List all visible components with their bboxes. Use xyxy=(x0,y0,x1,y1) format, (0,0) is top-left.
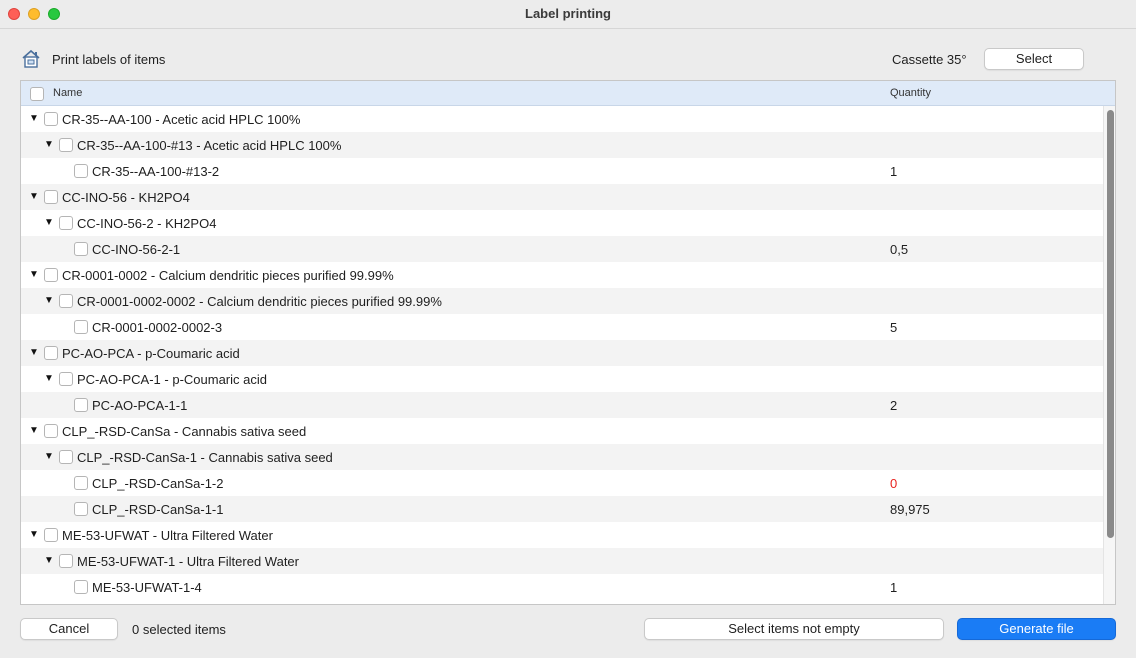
table-row[interactable]: ▼ ME-53-UFWAT-1 - Ultra Filtered Water xyxy=(21,548,1103,574)
table-row[interactable]: ▼ CLP_-RSD-CanSa - Cannabis sativa seed xyxy=(21,418,1103,444)
expand-triangle-icon[interactable]: ▼ xyxy=(29,347,39,358)
table-row[interactable]: CR-0001-0002-0002-3 5 xyxy=(21,314,1103,340)
row-name: CR-0001-0002-0002-3 xyxy=(92,320,223,335)
table-row[interactable]: ▼ PC-AO-PCA-1 - p-Coumaric acid xyxy=(21,366,1103,392)
generate-file-button[interactable]: Generate file xyxy=(957,618,1116,640)
row-checkbox[interactable] xyxy=(74,580,88,594)
selected-items-count: 0 selected items xyxy=(132,622,226,637)
row-checkbox[interactable] xyxy=(44,112,58,126)
row-checkbox[interactable] xyxy=(44,424,58,438)
table-row[interactable]: ▼ ME-53-UFWAT - Ultra Filtered Water xyxy=(21,522,1103,548)
row-name: PC-AO-PCA - p-Coumaric acid xyxy=(62,346,240,361)
table-row[interactable]: ▼ CR-35--AA-100-#13 - Acetic acid HPLC 10… xyxy=(21,132,1103,158)
home-label-icon xyxy=(22,49,40,68)
row-name: CR-35--AA-100-#13 - Acetic acid HPLC 100… xyxy=(77,138,342,153)
row-name: PC-AO-PCA-1-1 xyxy=(92,398,188,413)
row-name: ME-53-UFWAT-1 - Ultra Filtered Water xyxy=(77,554,299,569)
table-row[interactable]: ▼ PC-AO-PCA - p-Coumaric acid xyxy=(21,340,1103,366)
row-checkbox[interactable] xyxy=(74,164,88,178)
row-checkbox[interactable] xyxy=(44,268,58,282)
expand-triangle-icon[interactable]: ▼ xyxy=(29,113,39,124)
cancel-button[interactable]: Cancel xyxy=(20,618,118,640)
table-row[interactable]: ▼ CLP_-RSD-CanSa-1 - Cannabis sativa seed xyxy=(21,444,1103,470)
table-row[interactable]: CLP_-RSD-CanSa-1-1 89,975 xyxy=(21,496,1103,522)
select-all-checkbox[interactable] xyxy=(30,87,44,101)
expand-triangle-icon[interactable]: ▼ xyxy=(29,191,39,202)
row-checkbox[interactable] xyxy=(44,346,58,360)
vertical-scrollbar[interactable] xyxy=(1103,106,1115,604)
expand-triangle-icon[interactable]: ▼ xyxy=(29,269,39,280)
page-title: Print labels of items xyxy=(52,52,166,67)
expand-triangle-icon[interactable]: ▼ xyxy=(44,139,54,150)
row-name: CLP_-RSD-CanSa-1 - Cannabis sativa seed xyxy=(77,450,333,465)
column-header-name[interactable]: Name xyxy=(53,87,82,99)
items-tree-table: Name Quantity ▼ CR-35--AA-100 - Acetic ac… xyxy=(20,80,1116,605)
row-name: CC-INO-56-2 - KH2PO4 xyxy=(77,216,217,231)
row-name: CR-35--AA-100-#13-2 xyxy=(92,164,220,179)
table-row[interactable]: PC-AO-PCA-1-1 2 xyxy=(21,392,1103,418)
expand-triangle-icon[interactable]: ▼ xyxy=(29,529,39,540)
column-header-quantity[interactable]: Quantity xyxy=(890,87,931,99)
row-name: CR-0001-0002-0002 - Calcium dendritic pi… xyxy=(77,294,442,309)
row-name: CC-INO-56 - KH2PO4 xyxy=(62,190,190,205)
row-checkbox[interactable] xyxy=(59,138,73,152)
expand-triangle-icon[interactable]: ▼ xyxy=(44,451,54,462)
row-checkbox[interactable] xyxy=(74,242,88,256)
row-quantity: 1 xyxy=(890,580,898,595)
expand-triangle-icon[interactable]: ▼ xyxy=(44,295,54,306)
row-name: CLP_-RSD-CanSa-1-1 xyxy=(92,502,224,517)
row-checkbox[interactable] xyxy=(59,450,73,464)
row-quantity: 0,5 xyxy=(890,242,909,257)
table-header: Name Quantity xyxy=(21,81,1115,106)
row-quantity: 2 xyxy=(890,398,898,413)
row-checkbox[interactable] xyxy=(74,476,88,490)
titlebar: Label printing xyxy=(0,0,1136,29)
table-row[interactable]: ▼ CR-0001-0002 - Calcium dendritic pieces… xyxy=(21,262,1103,288)
expand-triangle-icon[interactable]: ▼ xyxy=(44,373,54,384)
expand-triangle-icon[interactable]: ▼ xyxy=(44,555,54,566)
row-name: CR-0001-0002 - Calcium dendritic pieces … xyxy=(62,268,394,283)
row-name: ME-53-UFWAT - Ultra Filtered Water xyxy=(62,528,273,543)
row-name: CC-INO-56-2-1 xyxy=(92,242,181,257)
row-name: CLP_-RSD-CanSa-1-2 xyxy=(92,476,224,491)
scrollbar-thumb[interactable] xyxy=(1107,110,1114,538)
table-row[interactable]: ME-53-UFWAT-1-4 1 xyxy=(21,574,1103,600)
cassette-label: Cassette 35° xyxy=(892,52,967,67)
window-title: Label printing xyxy=(525,6,611,21)
row-quantity: 5 xyxy=(890,320,898,335)
row-quantity: 89,975 xyxy=(890,502,930,517)
row-checkbox[interactable] xyxy=(44,190,58,204)
row-checkbox[interactable] xyxy=(59,294,73,308)
expand-triangle-icon[interactable]: ▼ xyxy=(29,425,39,436)
row-name: PC-AO-PCA-1 - p-Coumaric acid xyxy=(77,372,267,387)
table-row[interactable]: ▼ CC-INO-56-2 - KH2PO4 xyxy=(21,210,1103,236)
row-checkbox[interactable] xyxy=(59,216,73,230)
table-row[interactable]: CR-35--AA-100-#13-2 1 xyxy=(21,158,1103,184)
row-name: CLP_-RSD-CanSa - Cannabis sativa seed xyxy=(62,424,307,439)
row-quantity: 0 xyxy=(890,476,898,491)
table-row[interactable]: ▼ CC-INO-56 - KH2PO4 xyxy=(21,184,1103,210)
row-checkbox[interactable] xyxy=(74,320,88,334)
table-row[interactable]: ▼ CR-0001-0002-0002 - Calcium dendritic p… xyxy=(21,288,1103,314)
header-row: Print labels of items Cassette 35° Selec… xyxy=(20,47,1116,73)
select-items-not-empty-button[interactable]: Select items not empty xyxy=(644,618,944,640)
table-row[interactable]: ▼ CR-35--AA-100 - Acetic acid HPLC 100% xyxy=(21,106,1103,132)
dialog-content: Print labels of items Cassette 35° Selec… xyxy=(0,29,1136,658)
row-quantity: 1 xyxy=(890,164,898,179)
row-checkbox[interactable] xyxy=(59,554,73,568)
row-checkbox[interactable] xyxy=(74,398,88,412)
row-name: ME-53-UFWAT-1-4 xyxy=(92,580,202,595)
expand-triangle-icon[interactable]: ▼ xyxy=(44,217,54,228)
table-rows: ▼ CR-35--AA-100 - Acetic acid HPLC 100% ▼ C… xyxy=(21,106,1103,604)
table-row[interactable]: CLP_-RSD-CanSa-1-2 0 xyxy=(21,470,1103,496)
select-button[interactable]: Select xyxy=(984,48,1084,70)
row-checkbox[interactable] xyxy=(44,528,58,542)
row-name: CR-35--AA-100 - Acetic acid HPLC 100% xyxy=(62,112,301,127)
row-checkbox[interactable] xyxy=(74,502,88,516)
table-row[interactable]: CC-INO-56-2-1 0,5 xyxy=(21,236,1103,262)
label-printing-window: Label printing Print labels of items Cas… xyxy=(0,0,1136,658)
row-checkbox[interactable] xyxy=(59,372,73,386)
